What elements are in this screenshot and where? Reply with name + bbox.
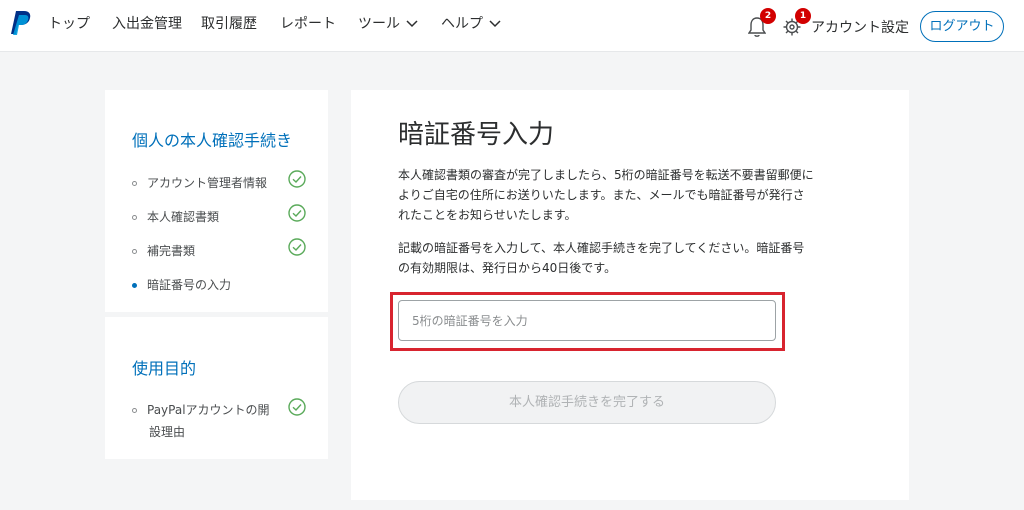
settings-button[interactable]: 1 — [783, 8, 811, 40]
step-label: 暗証番号の入力 — [147, 278, 232, 292]
step-bullet — [132, 181, 137, 186]
step-account-purpose[interactable]: PayPalアカウントの開 設理由 — [132, 399, 270, 443]
nav-help-label: ヘルプ — [441, 16, 483, 32]
paragraph-line: れたことをお知らせいたします。 — [398, 208, 577, 222]
check-circle-icon — [288, 204, 306, 222]
notification-count-badge: 2 — [760, 8, 776, 24]
paragraph-line: よりご自宅の住所にお送りいたします。また、メールでも暗証番号が発行さ — [398, 188, 805, 202]
verification-section-title: 個人の本人確認手続き — [132, 131, 293, 150]
step-label-line1: PayPalアカウントの開 — [147, 403, 270, 417]
account-settings-link[interactable]: アカウント設定 — [811, 17, 909, 37]
notifications-button[interactable]: 2 — [748, 8, 778, 40]
purpose-panel: 使用目的 PayPalアカウントの開 設理由 — [105, 317, 328, 459]
step-supplementary-documents[interactable]: 補完書類 — [132, 240, 195, 262]
paypal-logo[interactable] — [9, 10, 31, 38]
nav-tools-label: ツール — [358, 16, 400, 32]
step-account-admin-info[interactable]: アカウント管理者情報 — [132, 172, 267, 194]
complete-verification-button[interactable]: 本人確認手続きを完了する — [398, 381, 776, 424]
step-label: 本人確認書類 — [147, 210, 220, 224]
check-circle-icon — [288, 398, 306, 416]
step-bullet-active — [132, 283, 137, 288]
paragraph-line: 記載の暗証番号を入力して、本人確認手続きを完了してください。暗証番号 — [398, 241, 805, 255]
step-bullet — [132, 249, 137, 254]
step-label-line2: 設理由 — [149, 425, 186, 439]
top-navigation-bar: トップ 入出金管理 取引履歴 レポート ツール ヘルプ 2 1 アカウント設定 … — [0, 0, 1024, 52]
step-pin-entry[interactable]: 暗証番号の入力 — [132, 274, 231, 296]
nav-tools[interactable]: ツール — [358, 15, 418, 33]
pin-input[interactable] — [398, 300, 776, 341]
logout-button[interactable]: ログアウト — [920, 11, 1004, 42]
check-circle-icon — [288, 170, 306, 188]
chevron-down-icon — [406, 20, 418, 28]
purpose-section-title: 使用目的 — [132, 359, 197, 378]
step-label: 補完書類 — [147, 244, 196, 258]
check-circle-icon — [288, 238, 306, 256]
nav-top[interactable]: トップ — [48, 15, 90, 33]
paragraph-line: の有効期限は、発行日から40日後です。 — [398, 261, 617, 275]
nav-transaction-history[interactable]: 取引履歴 — [201, 15, 257, 33]
instructions-paragraph-2: 記載の暗証番号を入力して、本人確認手続きを完了してください。暗証番号 の有効期限… — [398, 238, 868, 278]
step-bullet — [132, 215, 137, 220]
settings-count-badge: 1 — [795, 8, 811, 24]
paragraph-line: 本人確認書類の審査が完了しましたら、5桁の暗証番号を転送不要書留郵便に — [398, 168, 814, 182]
nav-reports[interactable]: レポート — [280, 15, 336, 33]
instructions-paragraph-1: 本人確認書類の審査が完了しましたら、5桁の暗証番号を転送不要書留郵便に よりご自… — [398, 165, 868, 225]
page-title: 暗証番号入力 — [398, 120, 555, 150]
step-bullet — [132, 408, 137, 413]
step-id-documents[interactable]: 本人確認書類 — [132, 206, 219, 228]
nav-deposit-withdrawal[interactable]: 入出金管理 — [112, 15, 182, 33]
nav-help[interactable]: ヘルプ — [441, 15, 501, 33]
verification-steps-panel: 個人の本人確認手続き アカウント管理者情報 本人確認書類 補完書類 暗証番号の入… — [105, 90, 328, 312]
chevron-down-icon — [489, 20, 501, 28]
step-label: アカウント管理者情報 — [147, 176, 268, 190]
